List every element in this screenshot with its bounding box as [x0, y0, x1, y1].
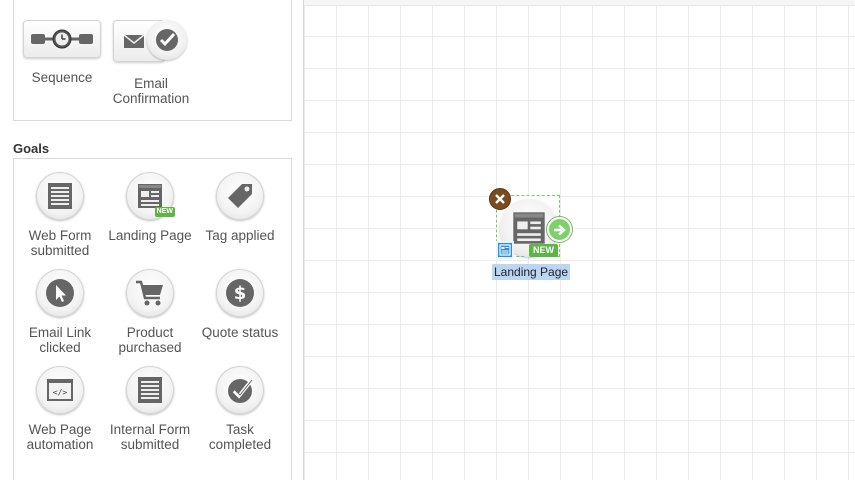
- sequence-item[interactable]: Sequence: [17, 20, 107, 85]
- node-label[interactable]: Landing Page: [492, 264, 571, 280]
- web-form-icon: [36, 172, 84, 220]
- email-confirmation-item[interactable]: Email Confirmation: [106, 20, 196, 106]
- landing-page-icon: NEW: [126, 172, 175, 220]
- goal-landing-page[interactable]: NEW Landing Page: [105, 172, 195, 243]
- canvas-top-border: [304, 0, 855, 6]
- goal-tag-applied[interactable]: Tag applied: [195, 172, 285, 243]
- goal-label: Web Page automation: [26, 422, 94, 452]
- goal-internal-form-submitted[interactable]: Internal Form submitted: [105, 366, 195, 452]
- goals-heading: Goals: [13, 141, 50, 156]
- goal-label: Quote status: [201, 325, 279, 340]
- goal-web-form-submitted[interactable]: Web Form submitted: [15, 172, 105, 258]
- goal-label: Internal Form submitted: [109, 422, 191, 452]
- campaign-canvas[interactable]: [304, 0, 855, 480]
- actions-panel: Sequence Email Confirmation: [13, 0, 292, 121]
- form-indicator-icon[interactable]: [496, 241, 514, 259]
- email-confirmation-icon: [113, 20, 189, 62]
- goals-panel: Web Form submitted NEW Landing Page Tag …: [13, 158, 292, 480]
- cursor-icon: [36, 269, 84, 317]
- delete-node-close-icon[interactable]: [489, 188, 511, 210]
- code-icon: </>: [36, 366, 84, 414]
- goal-task-completed[interactable]: Task completed: [195, 366, 285, 452]
- email-confirmation-label: Email Confirmation: [112, 76, 190, 106]
- tag-icon: [216, 172, 264, 220]
- sidebar: Sequence Email Confirmation Goals Web Fo…: [0, 0, 304, 480]
- goal-label: Tag applied: [205, 228, 275, 243]
- connect-arrow-icon[interactable]: [547, 217, 572, 242]
- sequence-icon: [23, 20, 101, 58]
- dollar-icon: $: [216, 269, 264, 317]
- checkmark-icon: [216, 366, 264, 414]
- goal-label: Email Link clicked: [28, 325, 92, 355]
- node-new-badge: NEW: [529, 244, 558, 257]
- internal-form-icon: [126, 366, 174, 414]
- goal-web-page-automation[interactable]: </> Web Page automation: [15, 366, 105, 452]
- goal-quote-status[interactable]: $ Quote status: [195, 269, 285, 340]
- svg-text:$: $: [234, 283, 247, 304]
- goal-label: Landing Page: [108, 228, 192, 243]
- landing-page-icon: [513, 212, 545, 244]
- new-badge: NEW: [154, 207, 175, 217]
- goal-label: Task completed: [208, 422, 272, 452]
- goal-email-link-clicked[interactable]: Email Link clicked: [15, 269, 105, 355]
- sequence-label: Sequence: [31, 70, 93, 85]
- goal-label: Web Form submitted: [28, 228, 92, 258]
- goal-product-purchased[interactable]: Product purchased: [105, 269, 195, 355]
- cart-icon: [126, 269, 174, 317]
- goal-label: Product purchased: [118, 325, 182, 355]
- svg-text:</>: </>: [53, 388, 68, 397]
